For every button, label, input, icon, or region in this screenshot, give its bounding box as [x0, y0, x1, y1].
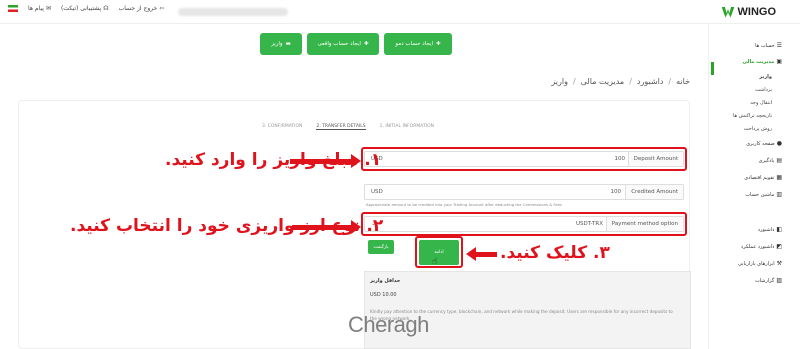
chart-icon: ◩: [776, 243, 782, 250]
blurred-user-info: [178, 8, 288, 16]
breadcrumb-current: واریز: [551, 77, 568, 86]
plus-icon: ✚: [363, 41, 369, 47]
sidebar: ☰ حساب ها ▣ مدیریت مالی واریز برداشت انتقا…: [708, 24, 800, 349]
list-icon: ☰: [776, 42, 782, 49]
breadcrumb-dashboard[interactable]: داشبورد: [637, 77, 663, 86]
sidebar-item-learning[interactable]: ▤ یادگیری: [759, 157, 782, 164]
logout-link[interactable]: ⇦ خروج از حساب: [119, 5, 165, 12]
arrow-step-3: [466, 247, 497, 261]
breadcrumb-home[interactable]: خانه: [676, 77, 690, 86]
wingo-logo-icon: [721, 6, 735, 18]
card-icon: ▬: [285, 41, 291, 47]
breadcrumb: خانه / داشبورد / مدیریت مالی / واریز: [551, 77, 690, 86]
sidebar-item-deposit[interactable]: واریز: [759, 74, 772, 80]
sidebar-item-calculator[interactable]: ▥ ماشین حساب: [745, 191, 782, 198]
plus-icon: ✚: [436, 41, 441, 47]
cheragh-watermark: Cheragh: [348, 312, 429, 337]
envelope-icon: ✉: [45, 5, 51, 12]
sidebar-item-transfer[interactable]: انتقال وجه: [750, 100, 772, 106]
breadcrumb-finance[interactable]: مدیریت مالی: [581, 77, 625, 86]
user-icon: ●: [776, 140, 782, 147]
sidebar-active-indicator: [711, 62, 714, 75]
hand-cursor-icon: ☝: [432, 257, 438, 267]
sidebar-item-finance[interactable]: ▣ مدیریت مالی: [743, 58, 782, 65]
learn-icon: ▤: [776, 157, 782, 164]
sidebar-item-payment-method[interactable]: روش پرداخت: [744, 126, 772, 132]
top-bar-links: ⇦ خروج از حساب ☊ پشتیبانی (تیکت) ✉ پیام …: [8, 5, 164, 12]
sidebar-item-dashboard[interactable]: ◧ داشبورد: [758, 226, 782, 233]
tools-icon: ⚒: [776, 260, 782, 267]
annotation-step-3: ۳. کلیک کنید.: [500, 243, 610, 263]
sidebar-item-accounts[interactable]: ☰ حساب ها: [755, 42, 782, 49]
create-real-account-button[interactable]: ایجاد حساب واقعی ✚: [307, 33, 379, 55]
stepper: 3. CONFIRMATION 2. TRANSFER DETAILS 1. I…: [262, 124, 434, 130]
sidebar-item-performance[interactable]: ◩ داشبورد عملکرد: [741, 243, 782, 250]
support-icon: ☊: [103, 5, 109, 12]
dashboard-icon: ◧: [776, 226, 782, 233]
credited-helper-text: Approximate amount to be credited into y…: [366, 202, 562, 207]
create-demo-account-button[interactable]: ایجاد حساب دمو ✚: [384, 33, 452, 55]
arrow-step-2: [292, 220, 361, 234]
calculator-icon: ▥: [776, 191, 782, 198]
deposit-amount-highlight: [361, 147, 687, 171]
step-confirmation: 3. CONFIRMATION: [262, 124, 303, 129]
language-flag-icon[interactable]: [8, 5, 18, 12]
sidebar-item-reports[interactable]: ▨ گزارشات: [755, 277, 782, 284]
logout-icon: ⇦: [159, 5, 165, 12]
brand-logo[interactable]: WINGO: [721, 6, 776, 18]
top-bar: ⇦ خروج از حساب ☊ پشتیبانی (تیکت) ✉ پیام …: [0, 0, 800, 24]
sidebar-item-calendar[interactable]: ▦ تقویم اقتصادی: [744, 174, 782, 181]
report-icon: ▨: [776, 277, 782, 284]
sidebar-item-history[interactable]: تاریخچه تراکنش ها: [733, 113, 772, 119]
arrow-step-1: [290, 154, 361, 168]
step-initial-information: 1. INITIAL INFORMATION: [379, 124, 434, 129]
step-transfer-details: 2. TRANSFER DETAILS: [316, 124, 366, 130]
continue-highlight: [415, 236, 463, 268]
wallet-icon: ▣: [776, 58, 782, 65]
support-link[interactable]: ☊ پشتیبانی (تیکت): [61, 5, 109, 12]
messages-link[interactable]: ✉ پیام ها: [28, 5, 51, 12]
credited-amount-field: USD 100 Credited Amount: [364, 184, 684, 200]
deposit-button[interactable]: واریز ▬: [260, 33, 302, 55]
sidebar-item-profile[interactable]: ● صفحه کاربری: [746, 140, 782, 147]
back-button[interactable]: بازگشت: [368, 240, 394, 254]
payment-method-highlight: [361, 212, 687, 236]
sidebar-item-marketing[interactable]: ⚒ ابزارهای بازاریابی: [738, 260, 782, 267]
calendar-icon: ▦: [776, 174, 782, 181]
sidebar-item-withdraw[interactable]: برداشت: [755, 87, 772, 93]
